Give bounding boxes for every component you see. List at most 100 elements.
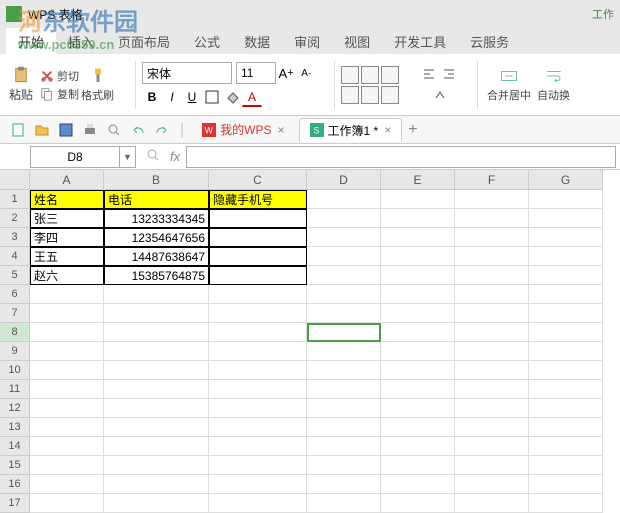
decrease-font-button[interactable]: A- [296,63,316,83]
align-top-left[interactable] [341,66,359,84]
cell-A1[interactable]: 姓名 [30,190,104,209]
cell-C7[interactable] [209,304,307,323]
cell-B5[interactable]: 15385764875 [104,266,209,285]
cell-D8[interactable] [307,323,381,342]
cell-C13[interactable] [209,418,307,437]
italic-button[interactable]: I [162,87,182,107]
cell-D16[interactable] [307,475,381,494]
cell-F13[interactable] [455,418,529,437]
cell-G11[interactable] [529,380,603,399]
cell-G3[interactable] [529,228,603,247]
cell-B11[interactable] [104,380,209,399]
cell-G8[interactable] [529,323,603,342]
cell-C14[interactable] [209,437,307,456]
ribbon-tab-formula[interactable]: 公式 [182,28,232,55]
cell-B1[interactable]: 电话 [104,190,209,209]
copy-button[interactable]: 复制 [40,86,79,102]
cell-F4[interactable] [455,247,529,266]
cell-G9[interactable] [529,342,603,361]
cell-B15[interactable] [104,456,209,475]
cell-G4[interactable] [529,247,603,266]
cell-F17[interactable] [455,494,529,513]
cell-A14[interactable] [30,437,104,456]
cell-B4[interactable]: 14487638647 [104,247,209,266]
cell-B13[interactable] [104,418,209,437]
cell-A6[interactable] [30,285,104,304]
cell-D13[interactable] [307,418,381,437]
cell-D11[interactable] [307,380,381,399]
cell-D15[interactable] [307,456,381,475]
ribbon-tab-layout[interactable]: 页面布局 [106,28,182,55]
cell-G15[interactable] [529,456,603,475]
formula-bar[interactable] [186,146,616,168]
cell-B6[interactable] [104,285,209,304]
row-header[interactable]: 11 [0,380,30,399]
cell-E2[interactable] [381,209,455,228]
font-color-button[interactable]: A [242,87,262,107]
cell-G7[interactable] [529,304,603,323]
print-preview-button[interactable] [103,119,125,141]
cell-A4[interactable]: 王五 [30,247,104,266]
cell-A17[interactable] [30,494,104,513]
cell-C2[interactable] [209,209,307,228]
cell-F9[interactable] [455,342,529,361]
cell-E13[interactable] [381,418,455,437]
cell-A2[interactable]: 张三 [30,209,104,228]
cell-D12[interactable] [307,399,381,418]
ribbon-tab-view[interactable]: 视图 [332,28,382,55]
top-right-label[interactable]: 工作 [592,6,614,22]
doc-tab-workbook1[interactable]: S 工作簿1 * × [299,118,403,142]
row-header[interactable]: 12 [0,399,30,418]
ribbon-tab-cloud[interactable]: 云服务 [458,28,521,55]
cell-G5[interactable] [529,266,603,285]
cut-button[interactable]: 剪切 [40,68,79,84]
cell-C5[interactable] [209,266,307,285]
ribbon-tab-data[interactable]: 数据 [232,28,282,55]
redo-button[interactable] [151,119,173,141]
cell-A13[interactable] [30,418,104,437]
cell-A5[interactable]: 赵六 [30,266,104,285]
cell-B9[interactable] [104,342,209,361]
cell-E8[interactable] [381,323,455,342]
undo-button[interactable] [127,119,149,141]
cell-G1[interactable] [529,190,603,209]
cell-C10[interactable] [209,361,307,380]
cell-B2[interactable]: 13233334345 [104,209,209,228]
bold-button[interactable]: B [142,87,162,107]
cell-B14[interactable] [104,437,209,456]
cell-grid[interactable]: 姓名电话隐藏手机号张三13233334345李四12354647656王五144… [30,190,603,513]
cell-D5[interactable] [307,266,381,285]
indent-increase-button[interactable] [439,65,459,85]
cell-G17[interactable] [529,494,603,513]
column-header-f[interactable]: F [455,170,529,190]
cell-C15[interactable] [209,456,307,475]
cell-D14[interactable] [307,437,381,456]
cell-F2[interactable] [455,209,529,228]
indent-decrease-button[interactable] [419,65,439,85]
cell-F14[interactable] [455,437,529,456]
name-box[interactable] [30,146,120,168]
row-header[interactable]: 13 [0,418,30,437]
ribbon-tab-insert[interactable]: 插入 [56,28,106,55]
row-header[interactable]: 10 [0,361,30,380]
cell-D3[interactable] [307,228,381,247]
cell-B10[interactable] [104,361,209,380]
fx-label[interactable]: fx [170,149,180,164]
column-header-d[interactable]: D [307,170,381,190]
cell-F3[interactable] [455,228,529,247]
merge-center-button[interactable]: 合并居中 [487,67,531,103]
column-header-g[interactable]: G [529,170,603,190]
cell-G2[interactable] [529,209,603,228]
cell-E6[interactable] [381,285,455,304]
row-header[interactable]: 16 [0,475,30,494]
row-header[interactable]: 2 [0,209,30,228]
cell-G6[interactable] [529,285,603,304]
align-bottom-center[interactable] [361,86,379,104]
new-file-button[interactable] [7,119,29,141]
cell-E7[interactable] [381,304,455,323]
cell-F16[interactable] [455,475,529,494]
cell-E10[interactable] [381,361,455,380]
fill-color-button[interactable] [222,87,242,107]
row-header[interactable]: 6 [0,285,30,304]
cell-A16[interactable] [30,475,104,494]
